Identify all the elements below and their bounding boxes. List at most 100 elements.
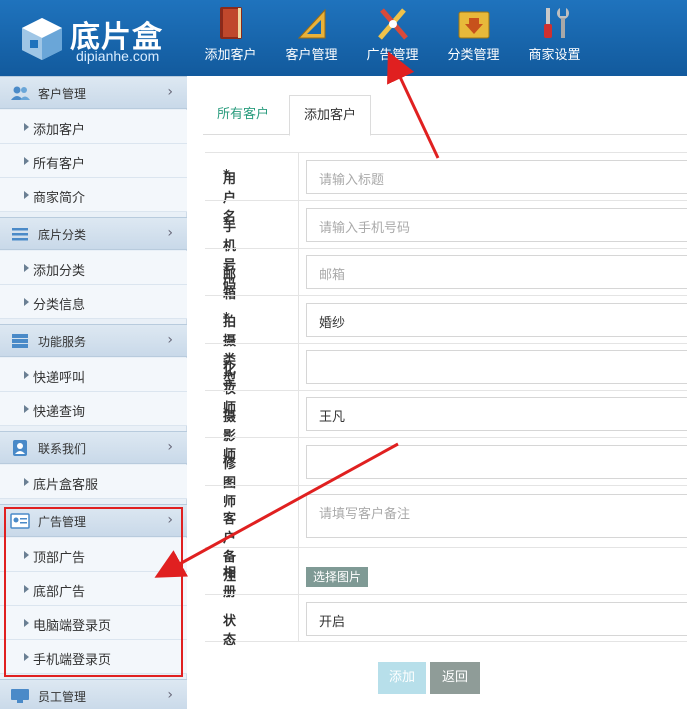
- tab-bar: 所有客户 添加客户: [203, 95, 687, 136]
- form-row-username: 用户名 * 请输入标题: [205, 152, 687, 225]
- required-mark: *: [223, 168, 230, 183]
- topnav-customer-manage[interactable]: 客户管理: [271, 0, 352, 76]
- form-row-photographer: 摄影师 * 王凡: [205, 390, 687, 463]
- sidebar-item-label: 底部广告: [33, 585, 86, 600]
- bullet-icon: [24, 478, 29, 486]
- sidebar-group-staff[interactable]: 员工管理 ›: [0, 679, 187, 709]
- select-value: 开启: [319, 615, 346, 630]
- sidebar-item-label: 所有客户: [33, 157, 86, 172]
- sidebar-group-customer[interactable]: 客户管理 ›: [0, 76, 187, 109]
- sidebar-item-add-customer[interactable]: 添加客户: [0, 110, 187, 144]
- sidebar-item-label: 快递查询: [33, 405, 86, 420]
- sidebar-item-label: 底片盒客服: [33, 478, 99, 493]
- chevron-right-icon: ›: [167, 512, 173, 528]
- field-label-cell: 修图师 *: [205, 438, 299, 510]
- field-label-cell: 手机号码 *: [205, 201, 299, 292]
- top-nav: 添加客户 客户管理 广告管理 分类管理 商家设置: [190, 0, 595, 76]
- sidebar-group-category[interactable]: 底片分类 ›: [0, 217, 187, 250]
- makeup-artist-input[interactable]: [306, 350, 687, 384]
- form-row-shoot-type: 拍摄类型 * 婚纱: [205, 295, 687, 387]
- form-row-email: 邮箱 * 邮箱: [205, 248, 687, 302]
- sidebar-item-merchant-intro[interactable]: 商家简介: [0, 178, 187, 212]
- field-label-cell: 摄影师 *: [205, 391, 299, 463]
- topnav-category-manage[interactable]: 分类管理: [433, 0, 514, 76]
- required-mark: *: [223, 216, 230, 231]
- sidebar-item-all-customers[interactable]: 所有客户: [0, 144, 187, 178]
- download-folder-icon: [458, 11, 490, 39]
- field-label: 状态: [223, 614, 237, 648]
- chevron-right-icon: ›: [167, 332, 173, 348]
- tab-all-customers[interactable]: 所有客户: [203, 95, 283, 135]
- monitor-icon: [11, 689, 29, 703]
- sidebar-item-label: 手机端登录页: [33, 653, 112, 668]
- add-button[interactable]: 添加: [378, 662, 426, 694]
- topnav-add-customer[interactable]: 添加客户: [190, 0, 271, 76]
- field-label-cell: 拍摄类型 *: [205, 296, 299, 387]
- list-icon: [12, 228, 28, 241]
- sidebar-group-ads[interactable]: 广告管理 ›: [0, 504, 187, 537]
- email-input[interactable]: 邮箱: [306, 255, 687, 289]
- topnav-label: 添加客户: [204, 48, 257, 63]
- chevron-right-icon: ›: [167, 84, 173, 100]
- bullet-icon: [24, 551, 29, 559]
- top-header: 底片盒 dipianhe.com 添加客户 客户管理 广告管理 分类管理 商家设…: [0, 0, 687, 76]
- sidebar-group-label: 客户管理: [38, 87, 87, 101]
- phone-input[interactable]: 请输入手机号码: [306, 208, 687, 242]
- input-value: 王凡: [319, 410, 346, 425]
- input-placeholder: 请输入手机号码: [319, 221, 411, 236]
- sidebar-group-label: 员工管理: [38, 690, 87, 704]
- sidebar-group-contact[interactable]: 联系我们 ›: [0, 431, 187, 464]
- wrench-screwdriver-icon: [544, 8, 569, 38]
- form-row-album: 相册 选择图片: [205, 547, 687, 600]
- form-row-notes: 客户备注 请填写客户备注: [205, 485, 687, 584]
- sidebar-group-label: 联系我们: [38, 442, 87, 456]
- chevron-right-icon: ›: [167, 687, 173, 703]
- id-card-icon: [10, 513, 30, 529]
- required-mark: *: [223, 453, 230, 468]
- main-content: 所有客户 添加客户 用户名 * 请输入标题 手机号码 * 请输入手机号码 邮箱 * 邮…: [188, 76, 687, 709]
- sidebar-item-label: 商家简介: [33, 191, 86, 206]
- form-row-phone: 手机号码 * 请输入手机号码: [205, 200, 687, 292]
- tools-icon: [378, 8, 408, 40]
- sidebar-item-label: 添加客户: [33, 123, 86, 138]
- topnav-ad-manage[interactable]: 广告管理: [352, 0, 433, 76]
- required-mark: *: [223, 359, 230, 374]
- bullet-icon: [24, 653, 29, 661]
- input-placeholder: 请填写客户备注: [319, 507, 411, 522]
- sidebar-item-category-info[interactable]: 分类信息: [0, 285, 187, 319]
- sidebar-group-services[interactable]: 功能服务 ›: [0, 324, 187, 357]
- choose-image-button[interactable]: 选择图片: [306, 567, 368, 587]
- form-row-makeup: 化妆师 *: [205, 343, 687, 416]
- sidebar-item-customer-service[interactable]: 底片盒客服: [0, 465, 187, 499]
- sidebar-item-express-query[interactable]: 快递查询: [0, 392, 187, 426]
- status-select[interactable]: 开启: [306, 602, 687, 636]
- sidebar-item-add-category[interactable]: 添加分类: [0, 251, 187, 285]
- sidebar-item-label: 分类信息: [33, 298, 86, 313]
- photographer-input[interactable]: 王凡: [306, 397, 687, 431]
- sidebar-item-pc-login[interactable]: 电脑端登录页: [0, 606, 187, 640]
- field-label-cell: 相册: [205, 548, 299, 600]
- username-input[interactable]: 请输入标题: [306, 160, 687, 194]
- bullet-icon: [24, 371, 29, 379]
- contact-icon: [13, 440, 27, 456]
- required-mark: *: [223, 311, 230, 326]
- book-icon: [220, 7, 242, 39]
- topnav-merchant-settings[interactable]: 商家设置: [514, 0, 595, 76]
- form-row-status: 状态 开启: [205, 594, 687, 648]
- retoucher-input[interactable]: [306, 445, 687, 479]
- sidebar-item-top-ad[interactable]: 顶部广告: [0, 538, 187, 572]
- sidebar-item-express-call[interactable]: 快递呼叫: [0, 358, 187, 392]
- bullet-icon: [24, 191, 29, 199]
- sidebar-item-label: 快递呼叫: [33, 371, 86, 386]
- tab-add-customer[interactable]: 添加客户: [289, 95, 372, 136]
- shoot-type-select[interactable]: 婚纱: [306, 303, 687, 337]
- sidebar-item-bottom-ad[interactable]: 底部广告: [0, 572, 187, 606]
- sidebar-item-mobile-login[interactable]: 手机端登录页: [0, 640, 187, 674]
- chevron-right-icon: ›: [167, 439, 173, 455]
- required-mark: *: [223, 264, 230, 279]
- back-button[interactable]: 返回: [430, 662, 480, 694]
- topnav-label: 商家设置: [528, 48, 581, 63]
- topnav-label: 客户管理: [285, 48, 338, 63]
- notes-textarea[interactable]: 请填写客户备注: [306, 494, 687, 538]
- users-icon: [11, 86, 30, 100]
